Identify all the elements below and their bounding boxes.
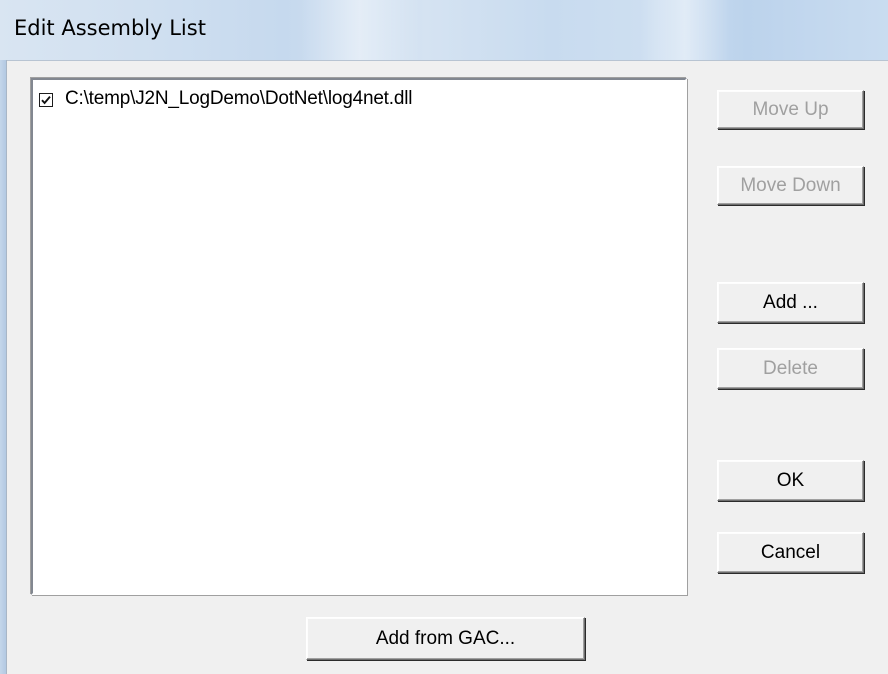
window-frame-left	[0, 60, 7, 674]
cancel-button[interactable]: Cancel	[717, 532, 864, 573]
window-title: Edit Assembly List	[14, 16, 206, 40]
title-bar-glare	[640, 0, 730, 60]
move-up-label: Move Up	[752, 98, 829, 120]
assembly-path: C:\temp\J2N_LogDemo\DotNet\log4net.dll	[65, 88, 413, 109]
add-from-gac-button[interactable]: Add from GAC...	[306, 617, 585, 660]
cancel-label: Cancel	[760, 541, 821, 563]
ok-button[interactable]: OK	[717, 460, 864, 501]
delete-button[interactable]: Delete	[717, 348, 864, 389]
ok-label: OK	[776, 469, 805, 491]
move-down-label: Move Down	[740, 174, 841, 196]
move-up-button[interactable]: Move Up	[717, 90, 864, 129]
title-bar-glare	[300, 0, 420, 60]
title-bar[interactable]: Edit Assembly List	[0, 0, 888, 60]
delete-label: Delete	[763, 357, 818, 379]
add-from-gac-label: Add from GAC...	[375, 627, 516, 649]
add-label: Add ...	[763, 291, 818, 313]
client-area-border	[7, 60, 888, 61]
assembly-list-box[interactable]: C:\temp\J2N_LogDemo\DotNet\log4net.dll	[31, 78, 687, 595]
add-button[interactable]: Add ...	[717, 282, 864, 323]
move-down-button[interactable]: Move Down	[717, 166, 864, 205]
checkmark-icon	[41, 95, 51, 105]
list-item[interactable]: C:\temp\J2N_LogDemo\DotNet\log4net.dll	[39, 87, 412, 111]
assembly-checkbox[interactable]	[39, 93, 53, 107]
